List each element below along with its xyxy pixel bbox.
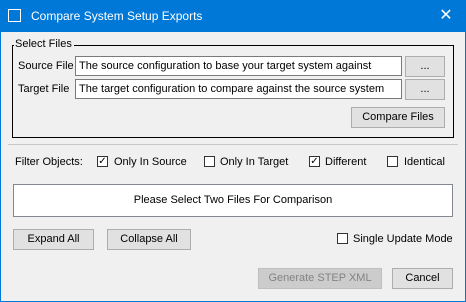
different-label[interactable]: Different (325, 156, 366, 168)
only-in-source-label[interactable]: Only In Source (114, 156, 187, 168)
window-title: Compare System Setup Exports (31, 9, 203, 23)
divider (8, 144, 458, 145)
source-file-label: Source File (18, 60, 74, 72)
target-file-label: Target File (18, 83, 70, 95)
different-checkbox[interactable]: ✓ (309, 156, 320, 167)
compare-files-button[interactable]: Compare Files (351, 107, 445, 128)
collapse-all-button[interactable]: Collapse All (107, 229, 191, 250)
only-in-target-label[interactable]: Only In Target (220, 156, 288, 168)
select-files-group-label: Select Files (14, 38, 74, 50)
source-file-input[interactable]: The source configuration to base your ta… (75, 56, 402, 76)
app-icon (8, 9, 21, 22)
only-in-target-checkbox[interactable] (204, 156, 215, 167)
target-browse-button[interactable]: ... (405, 79, 445, 100)
cancel-button[interactable]: Cancel (392, 268, 453, 289)
target-file-input[interactable]: The target configuration to compare agai… (75, 79, 402, 99)
identical-label[interactable]: Identical (404, 156, 445, 168)
single-update-mode-checkbox[interactable] (337, 233, 348, 244)
generate-step-xml-button[interactable]: Generate STEP XML (258, 268, 382, 289)
filter-objects-label: Filter Objects: (15, 156, 83, 168)
only-in-source-checkbox[interactable]: ✓ (97, 156, 108, 167)
status-message: Please Select Two Files For Comparison (133, 194, 333, 206)
comparison-status-panel: Please Select Two Files For Comparison (13, 184, 453, 217)
source-browse-button[interactable]: ... (405, 56, 445, 77)
close-icon[interactable]: ✕ (436, 6, 456, 26)
identical-checkbox[interactable] (387, 156, 398, 167)
expand-all-button[interactable]: Expand All (13, 229, 94, 250)
single-update-mode-label[interactable]: Single Update Mode (353, 233, 453, 245)
